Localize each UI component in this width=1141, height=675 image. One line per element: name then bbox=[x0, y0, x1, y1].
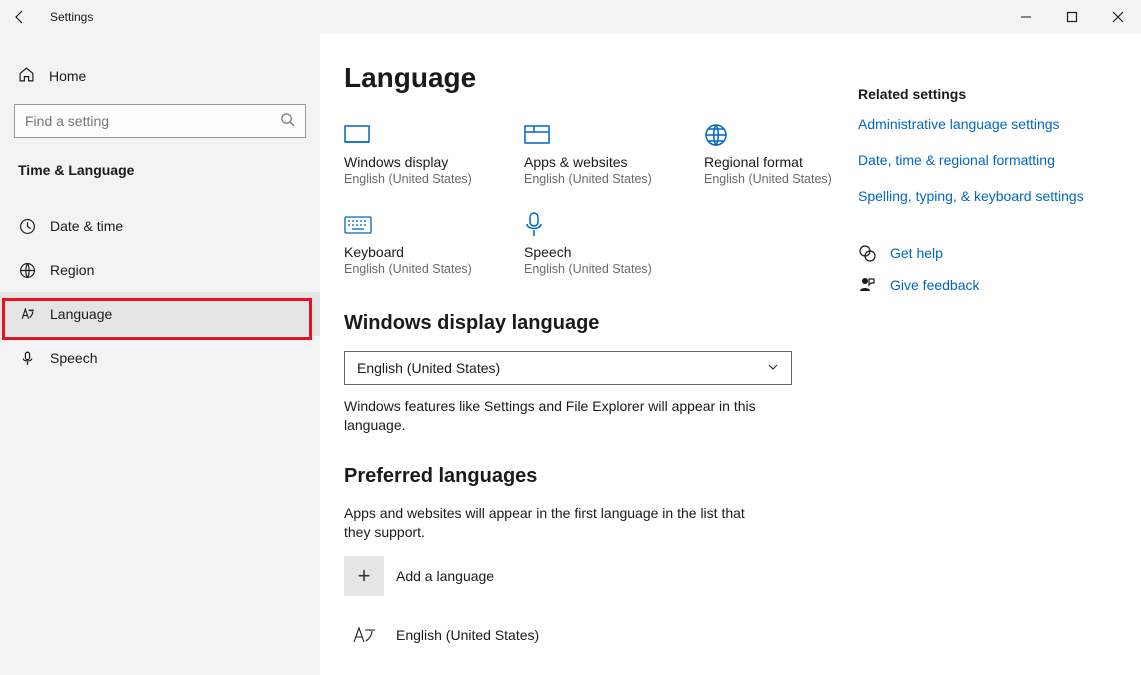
tile-title: Speech bbox=[524, 244, 674, 260]
clock-icon bbox=[18, 217, 36, 235]
globe-icon bbox=[18, 261, 36, 279]
tile-speech[interactable]: Speech English (United States) bbox=[524, 210, 674, 276]
display-icon bbox=[344, 120, 494, 150]
tile-title: Windows display bbox=[344, 154, 494, 170]
window-icon bbox=[524, 120, 674, 150]
link-spelling-typing[interactable]: Spelling, typing, & keyboard settings bbox=[858, 188, 1121, 204]
preferred-languages-desc: Apps and websites will appear in the fir… bbox=[344, 504, 764, 542]
window-title: Settings bbox=[40, 10, 93, 24]
tile-subtitle: English (United States) bbox=[524, 172, 674, 186]
sidebar-item-date-time[interactable]: Date & time bbox=[0, 204, 320, 248]
back-button[interactable] bbox=[0, 0, 40, 34]
tile-subtitle: English (United States) bbox=[344, 262, 494, 276]
section-preferred-languages: Preferred languages bbox=[344, 465, 854, 488]
home-nav[interactable]: Home bbox=[0, 54, 320, 98]
section-display-language: Windows display language bbox=[344, 312, 854, 335]
sidebar-item-label: Date & time bbox=[50, 218, 123, 234]
help-icon bbox=[858, 244, 876, 262]
home-icon bbox=[18, 66, 35, 86]
sidebar-item-label: Speech bbox=[50, 350, 97, 366]
language-entry[interactable]: English (United States) bbox=[344, 614, 854, 656]
search-icon bbox=[280, 112, 295, 130]
add-button[interactable]: + bbox=[344, 556, 384, 596]
search-input[interactable] bbox=[25, 113, 280, 129]
tile-subtitle: English (United States) bbox=[704, 172, 854, 186]
add-language-row[interactable]: + Add a language bbox=[344, 556, 854, 596]
tile-title: Apps & websites bbox=[524, 154, 674, 170]
sidebar-item-speech[interactable]: Speech bbox=[0, 336, 320, 380]
category-heading: Time & Language bbox=[0, 152, 320, 192]
give-feedback-link[interactable]: Give feedback bbox=[890, 277, 980, 293]
minimize-button[interactable] bbox=[1003, 0, 1049, 34]
display-language-desc: Windows features like Settings and File … bbox=[344, 397, 764, 435]
related-heading: Related settings bbox=[858, 86, 1121, 102]
tile-windows-display[interactable]: Windows display English (United States) bbox=[344, 120, 494, 186]
select-value: English (United States) bbox=[357, 360, 500, 376]
title-bar: Settings bbox=[0, 0, 1141, 34]
link-admin-language[interactable]: Administrative language settings bbox=[858, 116, 1121, 132]
sidebar-item-label: Region bbox=[50, 262, 94, 278]
language-entry-label: English (United States) bbox=[396, 627, 539, 643]
chevron-down-icon bbox=[767, 360, 779, 376]
tile-subtitle: English (United States) bbox=[344, 172, 494, 186]
sidebar: Home Time & Language Date & time Region bbox=[0, 34, 320, 675]
page-title: Language bbox=[344, 62, 854, 94]
sidebar-item-language[interactable]: Language bbox=[0, 292, 320, 336]
plus-icon: + bbox=[358, 563, 371, 589]
tile-keyboard[interactable]: Keyboard English (United States) bbox=[344, 210, 494, 276]
feedback-icon bbox=[858, 276, 876, 294]
language-char-icon bbox=[344, 620, 384, 650]
language-icon bbox=[18, 305, 36, 323]
home-label: Home bbox=[49, 68, 86, 84]
tile-subtitle: English (United States) bbox=[524, 262, 674, 276]
close-button[interactable] bbox=[1095, 0, 1141, 34]
mic-icon bbox=[524, 210, 674, 240]
related-panel: Related settings Administrative language… bbox=[854, 62, 1141, 675]
tile-title: Regional format bbox=[704, 154, 854, 170]
get-help-link[interactable]: Get help bbox=[890, 245, 943, 261]
maximize-button[interactable] bbox=[1049, 0, 1095, 34]
link-date-time-format[interactable]: Date, time & regional formatting bbox=[858, 152, 1121, 168]
tile-apps-websites[interactable]: Apps & websites English (United States) bbox=[524, 120, 674, 186]
sidebar-item-label: Language bbox=[50, 306, 112, 322]
keyboard-icon bbox=[344, 210, 494, 240]
display-language-select[interactable]: English (United States) bbox=[344, 351, 792, 385]
tile-regional-format[interactable]: Regional format English (United States) bbox=[704, 120, 854, 186]
search-box[interactable] bbox=[14, 104, 306, 138]
globe-grid-icon bbox=[704, 120, 854, 150]
microphone-icon bbox=[18, 349, 36, 367]
tile-title: Keyboard bbox=[344, 244, 494, 260]
sidebar-item-region[interactable]: Region bbox=[0, 248, 320, 292]
add-language-label: Add a language bbox=[396, 568, 494, 584]
main-content: Language Windows display English (United… bbox=[344, 62, 854, 675]
